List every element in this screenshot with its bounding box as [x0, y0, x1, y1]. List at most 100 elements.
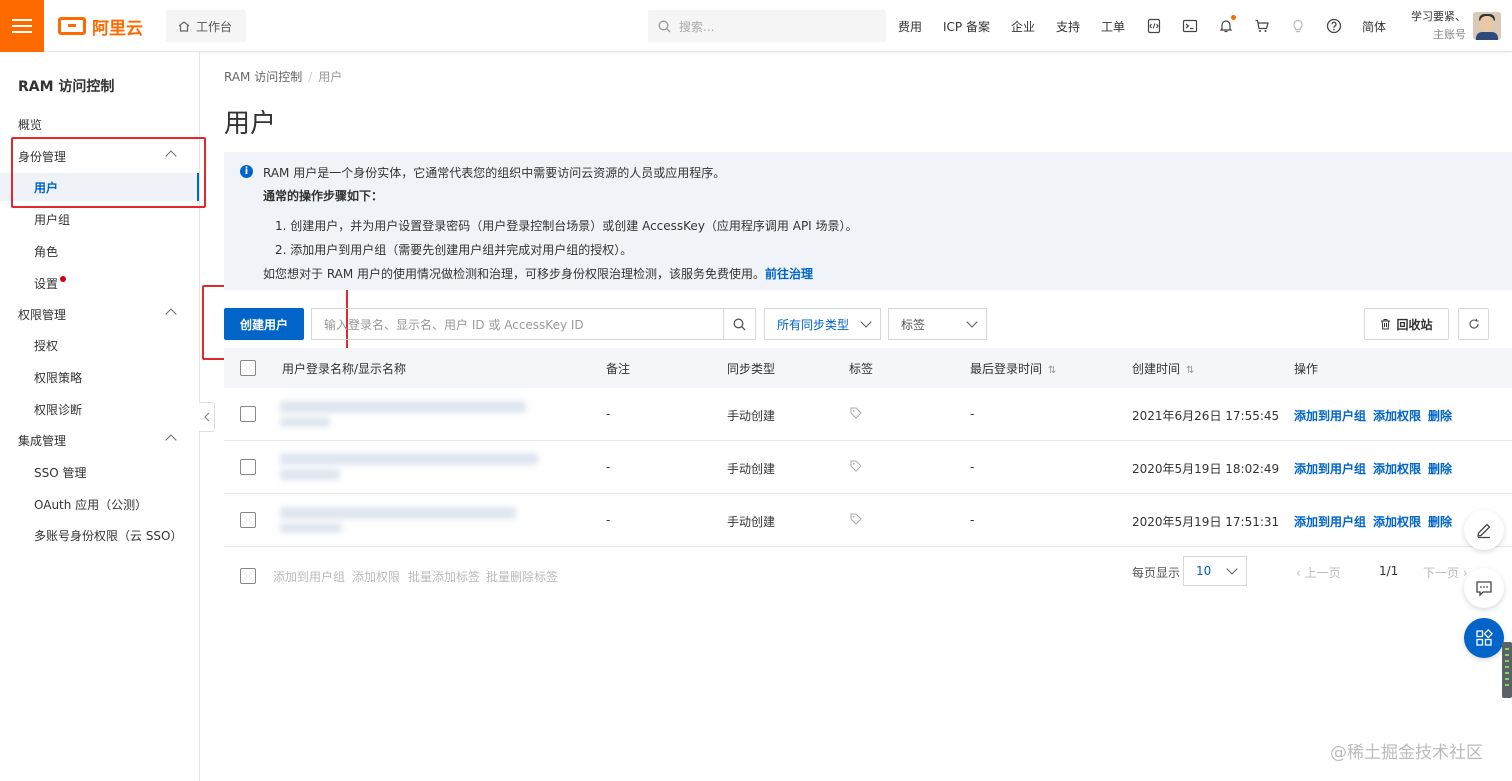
row-checkbox[interactable] — [240, 512, 256, 528]
batch-remove-tags[interactable]: 批量删除标签 — [486, 568, 558, 585]
hamburger-menu-button[interactable] — [0, 0, 44, 52]
logo-text: 阿里云 — [92, 18, 143, 39]
link-icp[interactable]: ICP 备案 — [943, 18, 990, 35]
delete-link[interactable]: 删除 — [1428, 407, 1452, 424]
sidebar-item-label: 概览 — [18, 117, 43, 132]
sidebar-item-policies[interactable]: 权限策略 — [0, 363, 199, 391]
search-placeholder: 输入登录名、显示名、用户 ID 或 AccessKey ID — [324, 317, 584, 332]
aliyun-logo[interactable]: 阿里云 — [58, 14, 143, 39]
side-level-widget — [1502, 642, 1512, 698]
table-row: - 手动创建 - 2020年5月19日 18:02:49 添加到用户组 添加权限… — [224, 441, 1512, 494]
bell-icon[interactable] — [1218, 15, 1237, 34]
redacted-user-name[interactable] — [280, 398, 530, 428]
sidebar-item-user-groups[interactable]: 用户组 — [0, 205, 199, 233]
sidebar-item-roles[interactable]: 角色 — [0, 237, 199, 265]
search-icon — [733, 318, 746, 330]
sidebar-item-label: OAuth 应用（公测） — [34, 497, 148, 512]
cloud-shell-icon[interactable] — [1146, 18, 1162, 34]
edit-float-button[interactable] — [1464, 510, 1504, 550]
info-icon: i — [240, 165, 253, 178]
sidebar-item-overview[interactable]: 概览 — [0, 110, 199, 138]
next-page-label: 下一页 — [1423, 566, 1460, 580]
top-links: 费用 ICP 备案 企业 支持 工单 简体 — [898, 0, 1407, 52]
batch-add-to-group[interactable]: 添加到用户组 — [273, 568, 345, 585]
cell-last-login: - — [970, 460, 975, 474]
sidebar-group-integration[interactable]: 集成管理 — [0, 426, 199, 454]
redacted-user-name[interactable] — [280, 451, 538, 481]
chat-icon — [1476, 581, 1492, 597]
batch-add-permission[interactable]: 添加权限 — [352, 568, 400, 585]
redacted-user-name[interactable] — [280, 504, 530, 534]
global-search-input[interactable]: 搜索... — [648, 10, 886, 42]
sidebar-item-label: 权限策略 — [34, 370, 83, 385]
cart-icon[interactable] — [1254, 18, 1270, 34]
notification-dot — [1231, 15, 1237, 20]
sidebar-group-permissions[interactable]: 权限管理 — [0, 300, 199, 328]
chevron-down-icon — [860, 316, 872, 328]
create-user-button[interactable]: 创建用户 — [224, 308, 304, 340]
sidebar-item-sso[interactable]: SSO 管理 — [0, 458, 199, 486]
help-icon[interactable] — [1326, 18, 1342, 34]
row-checkbox[interactable] — [240, 406, 256, 422]
column-header-created[interactable]: 创建时间 ⇅ — [1132, 360, 1194, 377]
select-all-checkbox-footer[interactable] — [240, 568, 256, 584]
sidebar-item-settings[interactable]: 设置 — [0, 269, 199, 297]
sidebar-item-oauth[interactable]: OAuth 应用（公测） — [0, 490, 199, 518]
workbench-button[interactable]: 工作台 — [166, 10, 246, 42]
page-size-select[interactable]: 10 — [1183, 556, 1247, 586]
add-to-group-link[interactable]: 添加到用户组 — [1294, 513, 1366, 530]
table-row: - 手动创建 - 2020年5月19日 17:51:31 添加到用户组 添加权限… — [224, 494, 1512, 547]
sort-icon[interactable]: ⇅ — [1186, 365, 1194, 376]
row-checkbox[interactable] — [240, 459, 256, 475]
sidebar-item-cloud-sso[interactable]: 多账号身份权限（云 SSO） — [0, 521, 199, 549]
sidebar-item-grant[interactable]: 授权 — [0, 331, 199, 359]
link-ticket[interactable]: 工单 — [1101, 18, 1125, 35]
search-button[interactable] — [723, 308, 756, 340]
tag-icon[interactable] — [850, 460, 862, 472]
delete-link[interactable]: 删除 — [1428, 513, 1452, 530]
govern-link[interactable]: 前往治理 — [765, 267, 813, 281]
tag-icon[interactable] — [850, 407, 862, 419]
user-search-input[interactable]: 输入登录名、显示名、用户 ID 或 AccessKey ID — [311, 308, 724, 340]
user-info[interactable]: 学习要紧、 主账号 — [1400, 8, 1466, 44]
aliyun-logo-icon — [58, 17, 86, 35]
column-header-tags: 标签 — [849, 362, 874, 376]
next-page-button[interactable]: 下一页 › — [1423, 564, 1468, 581]
batch-add-tags[interactable]: 批量添加标签 — [408, 568, 480, 585]
select-all-checkbox[interactable] — [240, 360, 256, 376]
feedback-float-button[interactable] — [1464, 568, 1504, 608]
link-enterprise[interactable]: 企业 — [1011, 18, 1035, 35]
column-header-name: 用户登录名称/显示名称 — [282, 362, 407, 376]
refresh-button[interactable] — [1458, 308, 1489, 340]
tag-select[interactable]: 标签 — [888, 308, 987, 340]
apps-float-button[interactable] — [1464, 618, 1504, 658]
column-header-last-login[interactable]: 最后登录时间 ⇅ — [970, 360, 1056, 377]
sidebar-title: RAM 访问控制 — [18, 79, 115, 95]
cell-remark: - — [606, 407, 611, 421]
sidebar-item-diagnosis[interactable]: 权限诊断 — [0, 395, 199, 423]
link-support[interactable]: 支持 — [1056, 18, 1080, 35]
workbench-label: 工作台 — [196, 19, 233, 34]
terminal-icon[interactable] — [1182, 18, 1198, 34]
language-switch[interactable]: 简体 — [1362, 18, 1386, 35]
add-to-group-link[interactable]: 添加到用户组 — [1294, 460, 1366, 477]
sidebar-collapse-button[interactable] — [199, 402, 215, 432]
add-permission-link[interactable]: 添加权限 — [1373, 407, 1421, 424]
sort-icon[interactable]: ⇅ — [1048, 365, 1056, 376]
avatar[interactable] — [1473, 12, 1501, 40]
table-header: 用户登录名称/显示名称 备注 同步类型 标签 最后登录时间 ⇅ 创建时间 ⇅ 操作 — [224, 348, 1512, 388]
breadcrumb-root[interactable]: RAM 访问控制 — [224, 70, 302, 84]
tag-icon[interactable] — [850, 513, 862, 525]
add-to-group-link[interactable]: 添加到用户组 — [1294, 407, 1366, 424]
cell-created: 2021年6月26日 17:55:45 — [1132, 409, 1280, 423]
add-permission-link[interactable]: 添加权限 — [1373, 513, 1421, 530]
notice-text: 如您想对于 RAM 用户的使用情况做检测和治理，可移步身份权限治理检测，该服务免… — [263, 267, 766, 281]
add-permission-link[interactable]: 添加权限 — [1373, 460, 1421, 477]
delete-link[interactable]: 删除 — [1428, 460, 1452, 477]
sync-type-select[interactable]: 所有同步类型 — [764, 308, 881, 340]
recycle-bin-button[interactable]: 回收站 — [1364, 308, 1449, 340]
link-billing[interactable]: 费用 — [898, 18, 922, 35]
lightbulb-icon[interactable] — [1290, 18, 1306, 34]
prev-page-button[interactable]: ‹ 上一页 — [1296, 564, 1341, 581]
breadcrumb-separator: / — [308, 70, 313, 84]
